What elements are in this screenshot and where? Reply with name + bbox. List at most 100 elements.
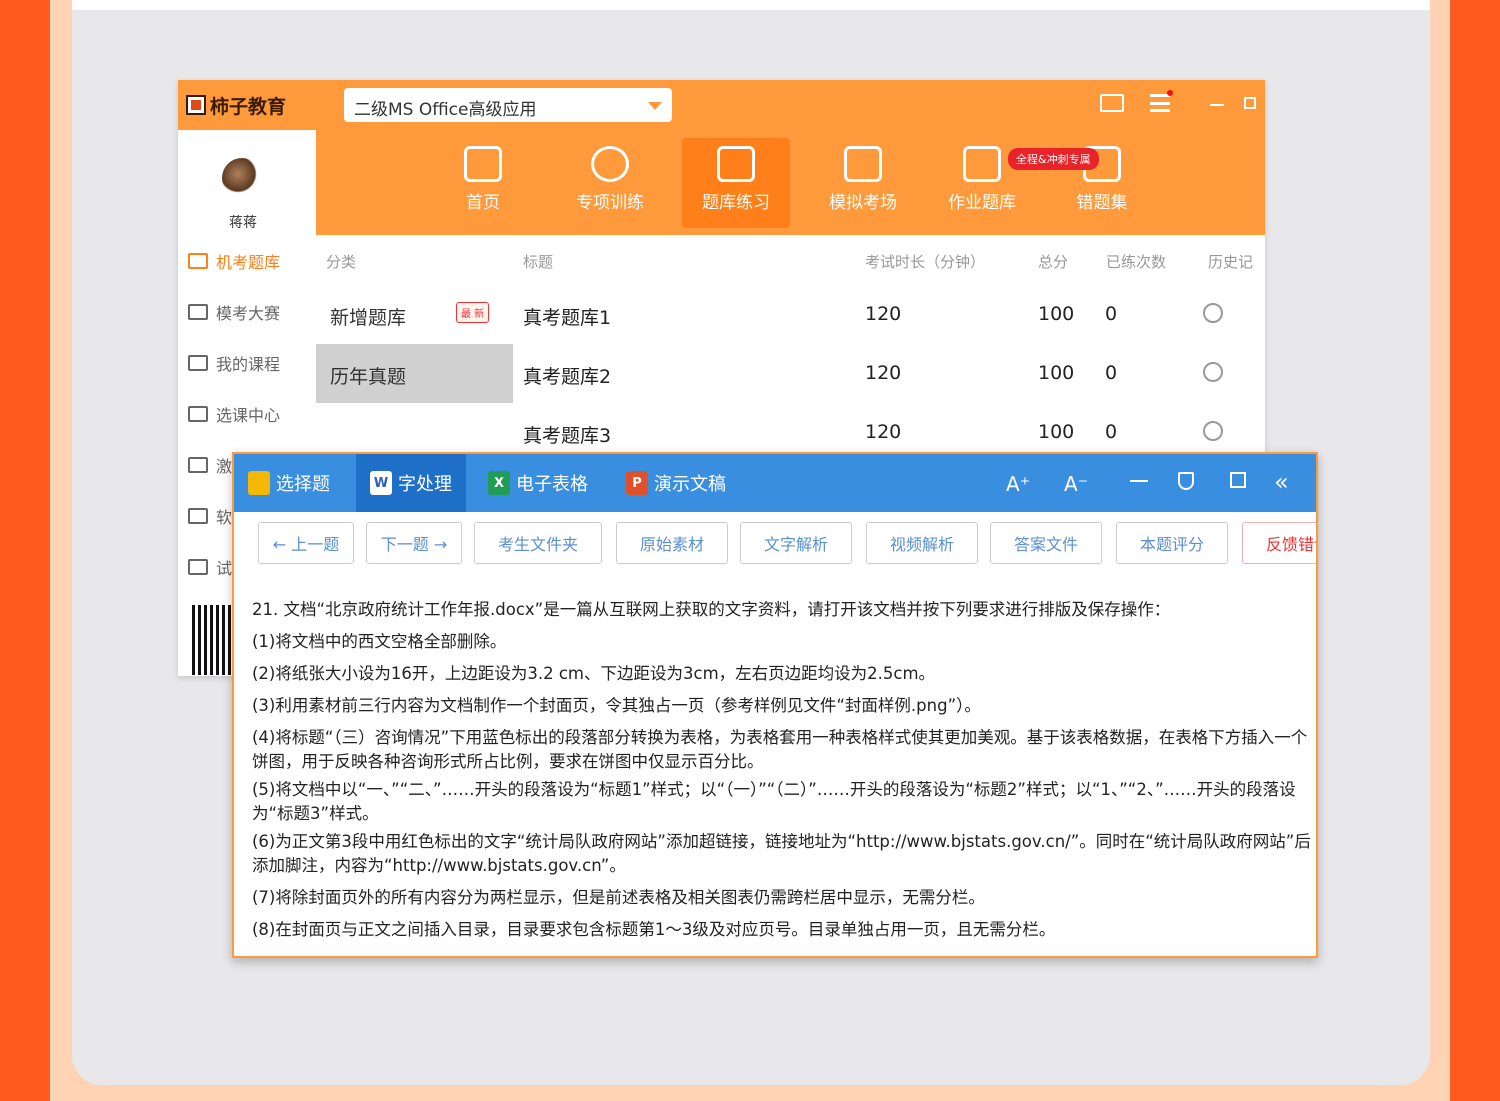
menu-icon[interactable]: [1150, 94, 1170, 112]
sidebar-item-course-center[interactable]: 选课中心: [178, 388, 316, 439]
table-row[interactable]: 真考题库1 120 100 0: [513, 285, 1265, 344]
tab-label: 字处理: [398, 474, 452, 495]
history-clock-icon[interactable]: [1203, 303, 1223, 323]
row-score: 100: [1038, 421, 1075, 443]
user-panel: 蒋蒋: [178, 130, 316, 235]
sidebar-item-label: 软: [216, 507, 233, 527]
question-line: 21. 文档“北京政府统计工作年报.docx”是一篇从互联网上获取的文字资料，请…: [252, 600, 1171, 619]
category-list: 新增题库 最 新 历年真题: [316, 285, 513, 403]
maximize-icon[interactable]: [1244, 97, 1256, 109]
contest-icon: [188, 303, 208, 320]
row-count: 0: [1105, 421, 1118, 443]
category-label: 新增题库: [330, 307, 407, 329]
tab-spreadsheet[interactable]: X 电子表格: [474, 454, 602, 512]
row-title: 真考题库1: [523, 307, 612, 329]
minimize-icon[interactable]: [1210, 104, 1224, 106]
activate-icon: [188, 456, 208, 473]
row-duration: 120: [865, 421, 902, 443]
mail-icon[interactable]: [1100, 94, 1124, 112]
question-toolbar: ← 上一题 下一题 → 考生文件夹 原始素材 文字解析 视频解析 答案文件 本题…: [234, 512, 1316, 576]
question-line: (7)将除封面页外的所有内容分为两栏显示，但是前述表格及相关图表仍需跨栏居中显示…: [252, 888, 985, 907]
nav-label: 题库练习: [702, 193, 770, 213]
tab-choice[interactable]: 选择题: [234, 454, 344, 512]
nav-label: 作业题库: [948, 193, 1016, 213]
question-line: (3)利用素材前三行内容为文档制作一个封面页，令其独占一页（参考样例见文件“封面…: [252, 696, 981, 715]
row-duration: 120: [865, 303, 902, 325]
tab-label: 选择题: [276, 474, 330, 495]
tab-presentation[interactable]: P 演示文稿: [612, 454, 740, 512]
nav-label: 首页: [466, 193, 500, 213]
software-icon: [188, 507, 208, 524]
question-line: (1)将文档中的西文空格全部删除。: [252, 632, 507, 651]
row-title: 真考题库3: [523, 425, 612, 447]
font-increase-button[interactable]: A⁺: [1006, 472, 1030, 496]
question-line: (5)将文档中以“一、”“二、”……开头的段落设为“标题1”样式；以“（一）”“…: [252, 780, 1296, 823]
nav-mock-exam[interactable]: 模拟考场: [809, 138, 917, 228]
target-icon: [591, 146, 629, 182]
nav-label: 模拟考场: [829, 193, 897, 213]
question-line: (8)在封面页与正文之间插入目录，目录要求包含标题第1～3级及对应页号。目录单独…: [252, 920, 1056, 939]
trial-icon: [188, 558, 208, 575]
video-analysis-button[interactable]: 视频解析: [866, 522, 978, 564]
main-nav: 首页 专项训练 题库练习 模拟考场 作业题库 错题集: [316, 130, 1265, 235]
history-clock-icon[interactable]: [1203, 362, 1223, 382]
pin-icon[interactable]: [1178, 472, 1194, 490]
minimize-icon[interactable]: [1130, 480, 1148, 482]
tab-label: 演示文稿: [654, 474, 726, 495]
row-score: 100: [1038, 362, 1075, 384]
sidebar-item-label: 模考大赛: [216, 303, 281, 323]
logo-icon: [186, 95, 206, 115]
category-label: 历年真题: [330, 366, 407, 388]
nav-label: 错题集: [1076, 193, 1128, 213]
column-header: 标题: [523, 253, 554, 271]
nav-home[interactable]: 首页: [429, 138, 537, 228]
chevron-down-icon: [648, 102, 662, 110]
excel-icon: X: [488, 471, 510, 495]
tab-word-processing[interactable]: W 字处理: [356, 454, 466, 512]
question-line: (4)将标题“（三）咨询情况”下用蓝色标出的段落部分转换为表格，为表格套用一种表…: [252, 728, 1308, 771]
sidebar-item-mock-contest[interactable]: 模考大赛: [178, 286, 316, 337]
category-item-new[interactable]: 新增题库 最 新: [316, 285, 513, 344]
row-count: 0: [1105, 362, 1118, 384]
source-material-button[interactable]: 原始素材: [616, 522, 728, 564]
notification-dot: [1167, 90, 1173, 96]
next-question-button[interactable]: 下一题 →: [366, 522, 462, 564]
new-badge: 最 新: [456, 302, 490, 323]
row-count: 0: [1105, 303, 1118, 325]
word-icon: W: [370, 471, 392, 495]
premium-badge: 全程&冲刺专属: [1008, 148, 1099, 170]
app-logo: 柿子教育: [186, 92, 286, 118]
grade-question-button[interactable]: 本题评分: [1116, 522, 1228, 564]
column-header: 分类: [326, 253, 357, 271]
course-select[interactable]: 二级MS Office高级应用: [344, 88, 672, 122]
sidebar-item-label: 我的课程: [216, 354, 281, 374]
collapse-icon[interactable]: «: [1274, 468, 1289, 496]
student-folder-button[interactable]: 考生文件夹: [474, 522, 602, 564]
sidebar-item-label: 激: [216, 456, 233, 476]
maximize-icon[interactable]: [1230, 472, 1246, 488]
category-item-past-exams[interactable]: 历年真题: [316, 344, 513, 403]
question-line: (6)为正文第3段中用红色标出的文字“统计局队政府网站”添加超链接，链接地址为“…: [252, 832, 1311, 875]
font-decrease-button[interactable]: A⁻: [1064, 472, 1088, 496]
avatar[interactable]: [222, 158, 262, 198]
feedback-error-button[interactable]: 反馈错误: [1242, 522, 1316, 564]
home-icon: [464, 146, 502, 182]
history-clock-icon[interactable]: [1203, 421, 1223, 441]
row-duration: 120: [865, 362, 902, 384]
column-header: 历史记: [1208, 253, 1254, 271]
answer-file-button[interactable]: 答案文件: [990, 522, 1102, 564]
prev-question-button[interactable]: ← 上一题: [258, 522, 354, 564]
table-row[interactable]: 真考题库2 120 100 0: [513, 344, 1265, 403]
nav-question-bank[interactable]: 题库练习: [682, 138, 790, 228]
text-analysis-button[interactable]: 文字解析: [740, 522, 852, 564]
sidebar-item-my-courses[interactable]: 我的课程: [178, 337, 316, 388]
course-icon: [188, 354, 208, 371]
nav-special-training[interactable]: 专项训练: [556, 138, 664, 228]
column-header: 考试时长（分钟）: [865, 253, 986, 271]
qr-code: [192, 605, 232, 675]
row-score: 100: [1038, 303, 1075, 325]
sidebar-item-label: 试: [216, 558, 233, 578]
folder-icon: [248, 471, 270, 495]
powerpoint-icon: P: [626, 471, 648, 495]
sidebar-item-exam-bank[interactable]: 机考题库: [178, 235, 316, 286]
